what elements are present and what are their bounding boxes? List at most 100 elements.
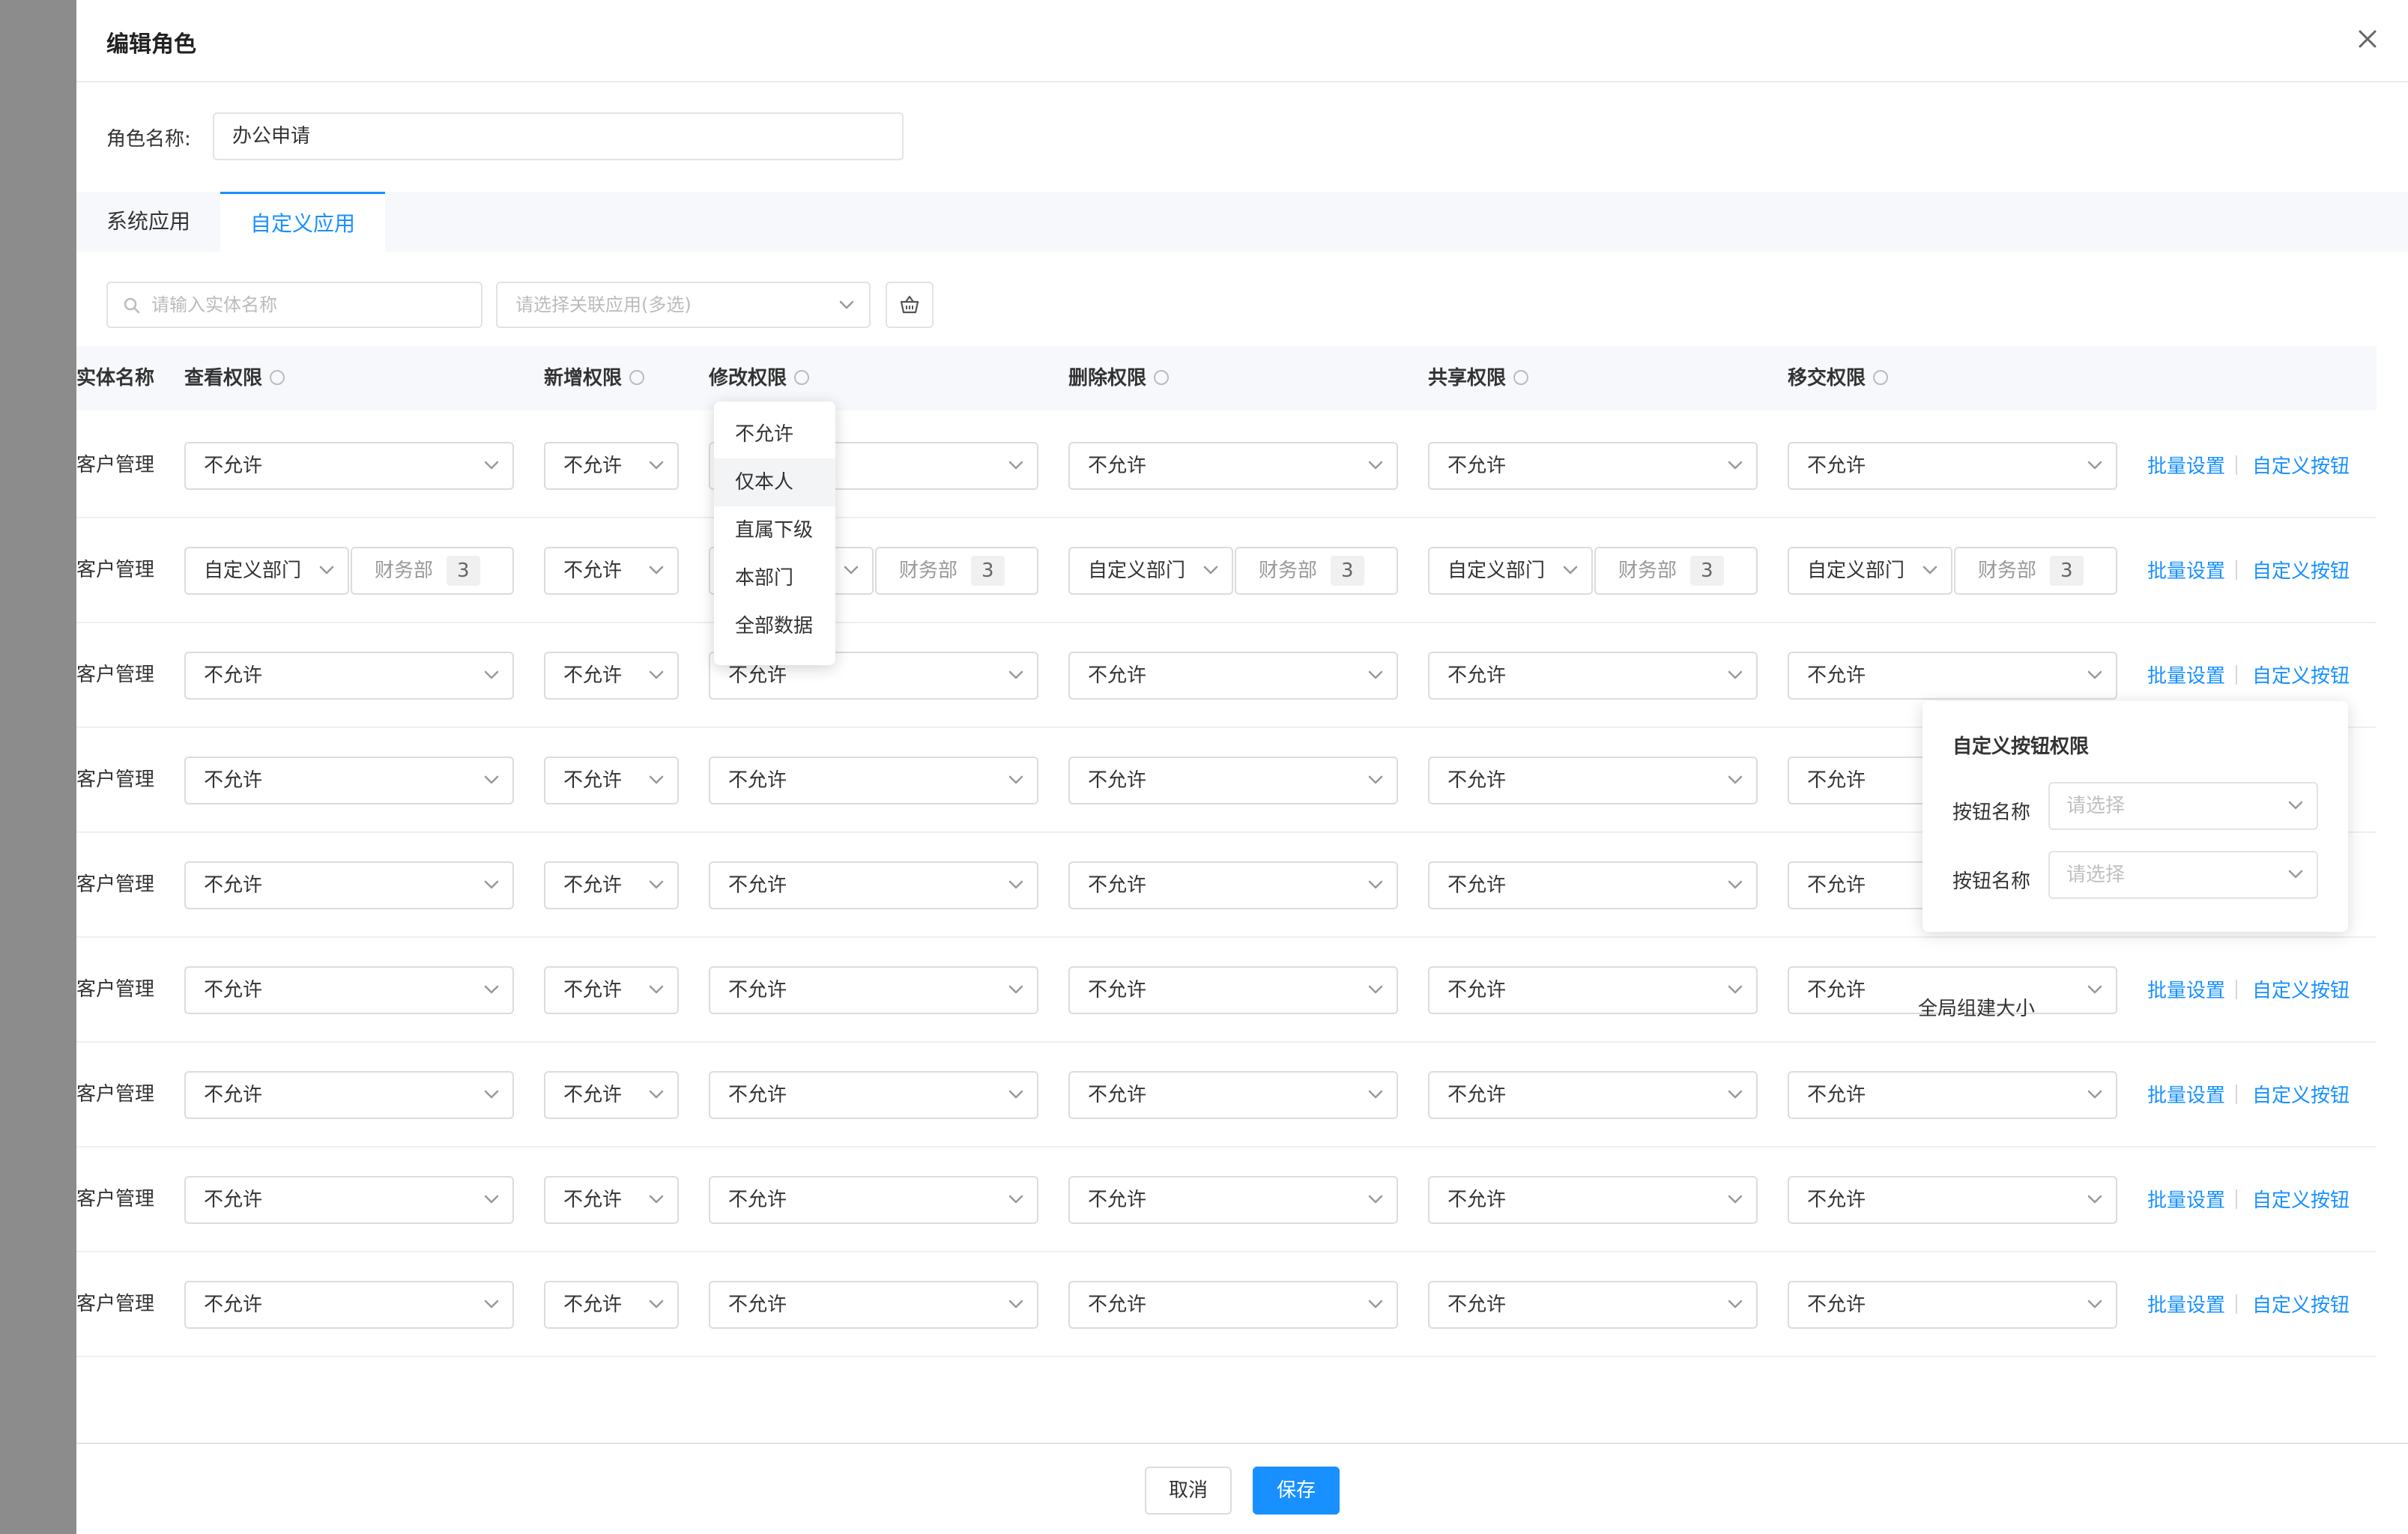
chevron-down-icon — [484, 461, 499, 470]
delete-permission-select[interactable]: 不允许 — [1068, 1281, 1398, 1329]
batch-settings-link[interactable]: 批量设置 — [2147, 661, 2225, 688]
role-name-input[interactable]: 办公申请 — [213, 112, 904, 160]
add-permission-select[interactable]: 不允许 — [544, 652, 679, 700]
transfer-permission-select[interactable]: 不允许 — [1788, 652, 2117, 700]
view-permission-select[interactable]: 不允许 — [184, 652, 514, 700]
info-icon[interactable] — [1154, 369, 1170, 385]
info-icon[interactable] — [629, 369, 645, 385]
chevron-down-icon — [1008, 1300, 1023, 1309]
edit-permission-select[interactable]: 不允许 — [709, 757, 1038, 804]
button-name-select[interactable]: 请选择 — [2048, 782, 2318, 830]
batch-settings-link[interactable]: 批量设置 — [2147, 975, 2225, 1003]
share-permission-select[interactable]: 不允许 — [1428, 442, 1758, 490]
basket-button[interactable] — [886, 282, 934, 328]
dropdown-option-direct-subordinates[interactable]: 直属下级 — [714, 506, 835, 554]
transfer-permission-select[interactable]: 不允许 — [1788, 1071, 2117, 1119]
add-permission-select[interactable]: 不允许 — [544, 547, 679, 595]
search-placeholder: 请输入实体名称 — [151, 294, 277, 315]
transfer-permission-select[interactable]: 不允许 — [1788, 442, 2117, 490]
share-permission-select[interactable]: 不允许 — [1428, 757, 1758, 804]
save-button[interactable]: 保存 — [1253, 1467, 1340, 1515]
edit-permission-select[interactable]: 不允许 — [709, 1281, 1038, 1329]
chevron-down-icon — [1368, 985, 1383, 994]
delete-permission-select[interactable]: 不允许 — [1068, 757, 1398, 804]
add-permission-select[interactable]: 不允许 — [544, 1281, 679, 1329]
edit-permission-select[interactable]: 不允许 — [709, 966, 1038, 1014]
tab-system-apps[interactable]: 系统应用 — [106, 192, 190, 252]
dropdown-option-self-only[interactable]: 仅本人 — [714, 458, 835, 506]
batch-settings-link[interactable]: 批量设置 — [2147, 1080, 2225, 1108]
delete-permission-select[interactable]: 不允许 — [1068, 652, 1398, 700]
chevron-down-icon — [1008, 985, 1023, 994]
view-permission-select[interactable]: 不允许 — [184, 1071, 514, 1119]
cancel-button[interactable]: 取消 — [1145, 1467, 1232, 1515]
dropdown-option-all-data[interactable]: 全部数据 — [714, 602, 835, 650]
custom-button-link[interactable]: 自定义按钮 — [2252, 556, 2350, 583]
view-permission-select[interactable]: 不允许 — [184, 861, 514, 909]
select-value: 不允许 — [563, 1084, 623, 1106]
edit-permission-select[interactable]: 不允许 — [709, 1176, 1038, 1224]
batch-settings-link[interactable]: 批量设置 — [2147, 556, 2225, 583]
entity-search-input[interactable]: 请输入实体名称 — [106, 282, 482, 328]
info-icon[interactable] — [1873, 369, 1889, 385]
department-select[interactable]: 财务部 3 — [875, 547, 1038, 595]
department-name: 财务部 — [1259, 560, 1318, 582]
custom-button-link[interactable]: 自定义按钮 — [2252, 451, 2350, 479]
view-permission-select[interactable]: 自定义部门 — [184, 547, 349, 595]
share-permission-select[interactable]: 自定义部门 — [1428, 547, 1593, 595]
delete-permission-select[interactable]: 不允许 — [1068, 1176, 1398, 1224]
delete-permission-select[interactable]: 不允许 — [1068, 966, 1398, 1014]
delete-permission-select[interactable]: 不允许 — [1068, 861, 1398, 909]
view-permission-select[interactable]: 不允许 — [184, 1176, 514, 1224]
info-icon[interactable] — [270, 369, 285, 385]
button-name-placeholder: 请选择 — [2066, 795, 2126, 817]
view-permission-select[interactable]: 不允许 — [184, 757, 514, 804]
custom-button-link[interactable]: 自定义按钮 — [2252, 1080, 2350, 1108]
linked-app-select[interactable]: 请选择关联应用(多选) — [496, 282, 871, 328]
share-permission-select[interactable]: 不允许 — [1428, 1281, 1758, 1329]
add-permission-select[interactable]: 不允许 — [544, 757, 679, 804]
add-permission-select[interactable]: 不允许 — [544, 1176, 679, 1224]
view-permission-select[interactable]: 不允许 — [184, 1281, 514, 1329]
batch-settings-link[interactable]: 批量设置 — [2147, 1185, 2225, 1213]
delete-permission-select[interactable]: 不允许 — [1068, 1071, 1398, 1119]
add-permission-select[interactable]: 不允许 — [544, 966, 679, 1014]
share-permission-select[interactable]: 不允许 — [1428, 966, 1758, 1014]
department-count-badge: 3 — [1690, 556, 1724, 586]
custom-button-permission-popover: 自定义按钮权限 按钮名称 请选择 按钮名称 请选择 — [1923, 701, 2348, 932]
transfer-permission-select[interactable]: 自定义部门 — [1788, 547, 1952, 595]
edit-permission-select[interactable]: 不允许 — [709, 861, 1038, 909]
add-permission-select[interactable]: 不允许 — [544, 861, 679, 909]
tab-custom-apps[interactable]: 自定义应用 — [220, 192, 385, 252]
custom-button-link[interactable]: 自定义按钮 — [2252, 1185, 2350, 1213]
custom-button-link[interactable]: 自定义按钮 — [2252, 975, 2350, 1003]
view-permission-select[interactable]: 不允许 — [184, 442, 514, 490]
department-select[interactable]: 财务部 3 — [1235, 547, 1398, 595]
edit-permission-select[interactable]: 不允许 — [709, 1071, 1038, 1119]
info-icon[interactable] — [1513, 369, 1529, 385]
department-select[interactable]: 财务部 3 — [1594, 547, 1758, 595]
share-permission-select[interactable]: 不允许 — [1428, 652, 1758, 700]
share-permission-select[interactable]: 不允许 — [1428, 861, 1758, 909]
close-icon[interactable] — [2353, 24, 2383, 54]
info-icon[interactable] — [794, 369, 810, 385]
batch-settings-link[interactable]: 批量设置 — [2147, 1290, 2225, 1318]
add-permission-select[interactable]: 不允许 — [544, 442, 679, 490]
transfer-permission-select[interactable]: 不允许 — [1788, 1281, 2117, 1329]
batch-settings-link[interactable]: 批量设置 — [2147, 451, 2225, 479]
delete-permission-select[interactable]: 不允许 — [1068, 442, 1398, 490]
dropdown-option-deny[interactable]: 不允许 — [714, 410, 835, 458]
button-name-select[interactable]: 请选择 — [2048, 851, 2318, 899]
share-permission-select[interactable]: 不允许 — [1428, 1071, 1758, 1119]
delete-permission-select[interactable]: 自定义部门 — [1068, 547, 1233, 595]
entity-name: 客户管理 — [76, 1293, 155, 1315]
custom-button-link[interactable]: 自定义按钮 — [2252, 1290, 2350, 1318]
custom-button-link[interactable]: 自定义按钮 — [2252, 661, 2350, 688]
view-permission-select[interactable]: 不允许 — [184, 966, 514, 1014]
transfer-permission-select[interactable]: 不允许 — [1788, 1176, 2117, 1224]
share-permission-select[interactable]: 不允许 — [1428, 1176, 1758, 1224]
dropdown-option-own-department[interactable]: 本部门 — [714, 554, 835, 602]
department-select[interactable]: 财务部 3 — [1954, 547, 2117, 595]
department-select[interactable]: 财务部 3 — [351, 547, 514, 595]
add-permission-select[interactable]: 不允许 — [544, 1071, 679, 1119]
